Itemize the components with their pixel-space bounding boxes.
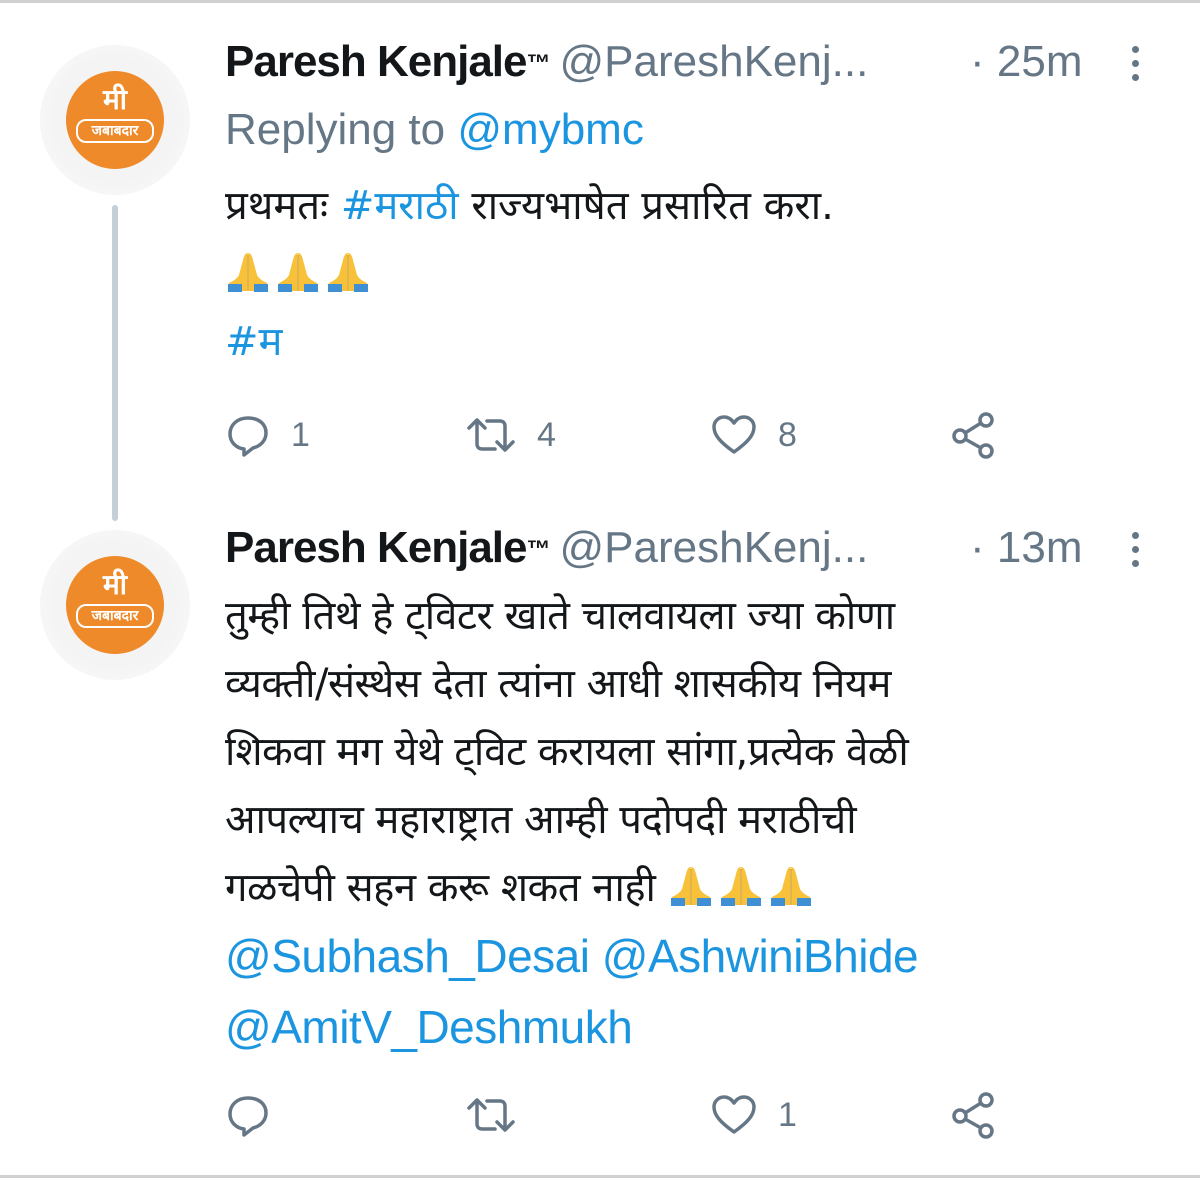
retweet-icon [467, 418, 515, 452]
tweet-text-line: तुम्ही तिथे हे ट्विटर खाते चालवायला ज्या… [225, 593, 895, 639]
tweet[interactable]: मी जबाबदार Paresh Kenjale™ @PareshKenj...… [0, 0, 1200, 500]
share-button[interactable] [950, 405, 998, 465]
like-button[interactable]: 8 [710, 405, 797, 465]
tweet-actions: 1 4 8 [225, 405, 1025, 465]
tweet-text-line: आपल्याच महाराष्ट्रात आम्ही पदोपदी मराठीच… [225, 797, 857, 843]
tweet-text-line: शिकवा मग येथे ट्विट करायला सांगा,प्रत्ये… [225, 729, 909, 775]
tweet-header: Paresh Kenjale™ @PareshKenj... · 13m [225, 518, 1160, 578]
avatar-logo-line2: जबाबदार [76, 119, 154, 143]
reply-button[interactable]: 1 [225, 405, 310, 465]
replying-to-label: Replying to [225, 105, 446, 154]
tweet-actions: 1 [225, 1085, 1025, 1145]
replying-to-handle[interactable]: @mybmc [457, 105, 643, 154]
folded-hands-icon [718, 861, 764, 907]
reply-icon [228, 1096, 268, 1137]
tweet-text: प्रथमतः #मराठी राज्यभाषेत प्रसारित करा. … [225, 172, 1125, 376]
share-icon [952, 412, 994, 459]
folded-hands-icon [768, 861, 814, 907]
like-icon [712, 415, 756, 454]
author-handle[interactable]: @PareshKenj... [560, 37, 869, 86]
reply-button[interactable] [225, 1085, 291, 1145]
replying-to: Replying to @mybmc [225, 100, 644, 160]
tweet-text-segment: प्रथमतः [225, 183, 329, 229]
avatar-logo-line1: मी [103, 83, 127, 116]
hashtag-link[interactable]: #मराठी [341, 183, 459, 229]
like-button[interactable]: 1 [710, 1085, 797, 1145]
tweet[interactable]: मी जबाबदार Paresh Kenjale™ @PareshKenj...… [0, 500, 1200, 1170]
folded-hands-icon [275, 247, 321, 293]
folded-hands-icon [668, 861, 714, 907]
avatar-logo-line1: मी [103, 568, 127, 601]
tweet-text-segment: राज्यभाषेत प्रसारित करा. [471, 183, 834, 229]
reply-icon [228, 416, 268, 457]
tweet-text-line: गळचेपी सहन करू शकत नाही [225, 865, 656, 911]
author-name[interactable]: Paresh Kenjale™ [225, 37, 551, 86]
retweet-count: 4 [537, 415, 556, 454]
like-icon [712, 1095, 756, 1134]
folded-hands-icon [225, 247, 271, 293]
avatar-logo: मी जबाबदार [66, 71, 164, 169]
author-name[interactable]: Paresh Kenjale™ [225, 523, 551, 572]
tweet-header: Paresh Kenjale™ @PareshKenj... · 25m [225, 32, 1160, 92]
tweet-text-line: व्यक्ती/संस्थेस देता त्यांना आधी शासकीय … [225, 661, 891, 707]
retweet-button[interactable] [465, 1085, 537, 1145]
retweet-button[interactable]: 4 [465, 405, 556, 465]
reply-count: 1 [291, 415, 310, 454]
tweet-timestamp[interactable]: · 25m [970, 32, 1082, 92]
like-count: 1 [778, 1095, 797, 1134]
tweet-text: तुम्ही तिथे हे ट्विटर खाते चालवायला ज्या… [225, 582, 1125, 1064]
more-icon[interactable] [1130, 46, 1140, 86]
hashtag-link[interactable]: #म [225, 319, 282, 365]
share-button[interactable] [950, 1085, 998, 1145]
share-icon [952, 1092, 994, 1139]
like-count: 8 [778, 415, 797, 454]
retweet-icon [467, 1098, 515, 1132]
avatar-logo-line2: जबाबदार [76, 604, 154, 628]
mention-links[interactable]: @Subhash_Desai @AshwiniBhide [225, 930, 919, 982]
more-icon[interactable] [1130, 532, 1140, 572]
author-handle[interactable]: @PareshKenj... [560, 523, 869, 572]
folded-hands-icon [325, 247, 371, 293]
mention-link[interactable]: @AmitV_Deshmukh [225, 1001, 633, 1053]
avatar[interactable]: मी जबाबदार [40, 530, 190, 680]
tweet-timestamp[interactable]: · 13m [970, 518, 1082, 578]
avatar[interactable]: मी जबाबदार [40, 45, 190, 195]
avatar-logo: मी जबाबदार [66, 556, 164, 654]
